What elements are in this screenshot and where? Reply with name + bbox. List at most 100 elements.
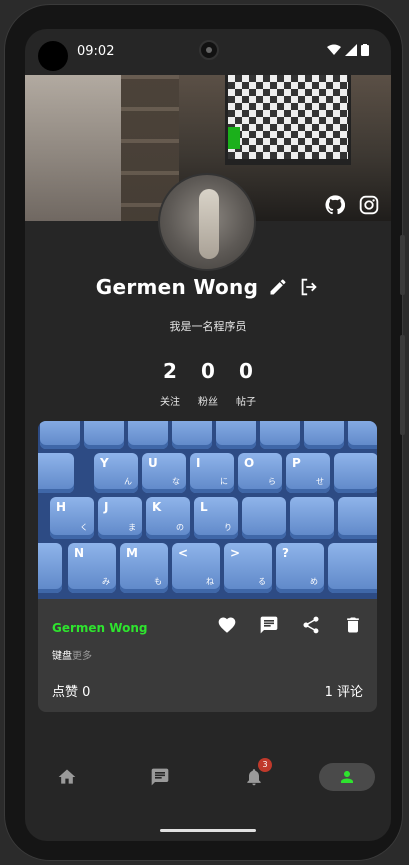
key-label: Y	[100, 456, 109, 470]
battery-icon	[361, 44, 369, 56]
comment-icon[interactable]	[259, 615, 279, 635]
keyboard-key-period: > る	[224, 543, 272, 593]
post-author[interactable]: Germen Wong	[52, 621, 147, 635]
message-icon	[151, 768, 169, 786]
post-comments[interactable]: 1 评论	[325, 681, 363, 700]
logout-icon[interactable]	[298, 276, 320, 298]
key-label: <	[178, 546, 189, 560]
stat-posts-label: 帖子	[236, 397, 256, 408]
profile-name-row: Germen Wong	[25, 275, 391, 299]
key-label: M	[126, 546, 138, 560]
post-tag-line: 键盘更多	[52, 647, 92, 662]
keyboard-key	[84, 421, 124, 449]
share-icon[interactable]	[301, 615, 321, 635]
key-kana: め	[310, 577, 318, 586]
keyboard-key	[338, 497, 377, 539]
post-likes: 点赞 0	[52, 685, 91, 700]
stat-posts-count: 0	[239, 359, 253, 383]
keyboard-key	[304, 421, 344, 449]
app-screen: 09:02 Germen Wong 我是一名程序员 2 关注 0 粉丝 0 帖子…	[25, 29, 391, 841]
key-label: O	[244, 456, 255, 470]
key-label: N	[74, 546, 85, 560]
camera-indicator	[38, 41, 68, 71]
stat-posts[interactable]: 0 帖子	[234, 359, 258, 408]
keyboard-key	[242, 497, 286, 539]
post-tag: 键盘	[52, 651, 72, 662]
key-label: U	[148, 456, 158, 470]
key-label: H	[56, 500, 67, 514]
keyboard-key-l: Lり	[194, 497, 238, 539]
person-icon	[341, 771, 353, 783]
key-label: K	[152, 500, 162, 514]
keyboard-key-k: Kの	[146, 497, 190, 539]
keyboard-key	[216, 421, 256, 449]
nav-messages[interactable]	[132, 763, 188, 791]
stat-followers[interactable]: 0 粉丝	[196, 359, 220, 408]
key-kana: ね	[206, 577, 214, 586]
keyboard-key-j: Jま	[98, 497, 142, 539]
keyboard-key	[128, 421, 168, 449]
key-label: L	[200, 500, 208, 514]
keyboard-key-u: Uな	[142, 453, 186, 493]
keyboard-key-y: Yん	[94, 453, 138, 493]
instagram-icon[interactable]	[359, 195, 379, 215]
keyboard-key	[172, 421, 212, 449]
home-icon	[58, 769, 76, 784]
gesture-home-bar[interactable]	[160, 829, 256, 832]
key-kana: せ	[316, 477, 324, 486]
status-time: 09:02	[77, 44, 115, 59]
profile-bio: 我是一名程序员	[169, 320, 247, 333]
cover-window	[25, 75, 121, 221]
phone-frame: 09:02 Germen Wong 我是一名程序员 2 关注 0 粉丝 0 帖子…	[4, 4, 405, 861]
key-kana: の	[176, 523, 184, 532]
nav-notifications[interactable]: 3	[226, 758, 282, 791]
stat-followers-label: 粉丝	[198, 397, 218, 408]
key-kana: み	[102, 577, 110, 586]
profile-name: Germen Wong	[95, 275, 259, 299]
notification-badge: 3	[258, 758, 272, 772]
profile-stats: 2 关注 0 粉丝 0 帖子	[25, 359, 391, 408]
keyboard-key	[290, 497, 334, 539]
key-kana: ら	[268, 477, 276, 486]
key-label: ?	[282, 546, 289, 560]
key-kana: に	[220, 477, 228, 486]
nav-profile[interactable]	[319, 763, 375, 791]
keyboard-key	[38, 543, 62, 593]
keyboard-key-p: Pせ	[286, 453, 330, 493]
edit-icon[interactable]	[268, 277, 288, 297]
key-kana: ま	[128, 523, 136, 532]
key-kana: な	[172, 477, 180, 486]
wifi-icon	[327, 44, 341, 55]
status-icons	[327, 44, 369, 56]
cover-green-block	[228, 127, 240, 149]
github-icon[interactable]	[325, 195, 345, 215]
like-icon[interactable]	[217, 615, 237, 635]
profile-avatar[interactable]	[158, 173, 256, 271]
status-bar: 09:02	[25, 29, 391, 75]
keyboard-key	[334, 453, 377, 493]
keyboard-key-i: Iに	[190, 453, 234, 493]
keyboard-key	[348, 421, 377, 449]
keyboard-key-h: Hく	[50, 497, 94, 539]
post-actions	[217, 615, 363, 635]
nav-home[interactable]	[39, 763, 95, 791]
post-more-link[interactable]: 更多	[72, 651, 92, 662]
avatar-figure	[199, 189, 219, 259]
keyboard-key	[40, 421, 80, 449]
cover-checkerboard	[228, 75, 348, 159]
social-links	[325, 195, 379, 215]
key-label: >	[230, 546, 241, 560]
power-button	[400, 335, 405, 435]
stat-followers-count: 0	[201, 359, 215, 383]
volume-button	[400, 235, 405, 295]
keyboard-key-comma: < ね	[172, 543, 220, 593]
key-kana: り	[224, 523, 232, 532]
stat-following[interactable]: 2 关注	[158, 359, 182, 408]
key-label: I	[196, 456, 201, 470]
keyboard-key	[38, 453, 74, 493]
post-card[interactable]: Yん Uな Iに Oら Pせ Hく Jま Kの Lり Nみ Mも <ね >る	[38, 421, 377, 712]
stat-following-count: 2	[163, 359, 177, 383]
key-label: J	[104, 500, 109, 514]
keyboard-key-o: Oら	[238, 453, 282, 493]
delete-icon[interactable]	[343, 615, 363, 635]
